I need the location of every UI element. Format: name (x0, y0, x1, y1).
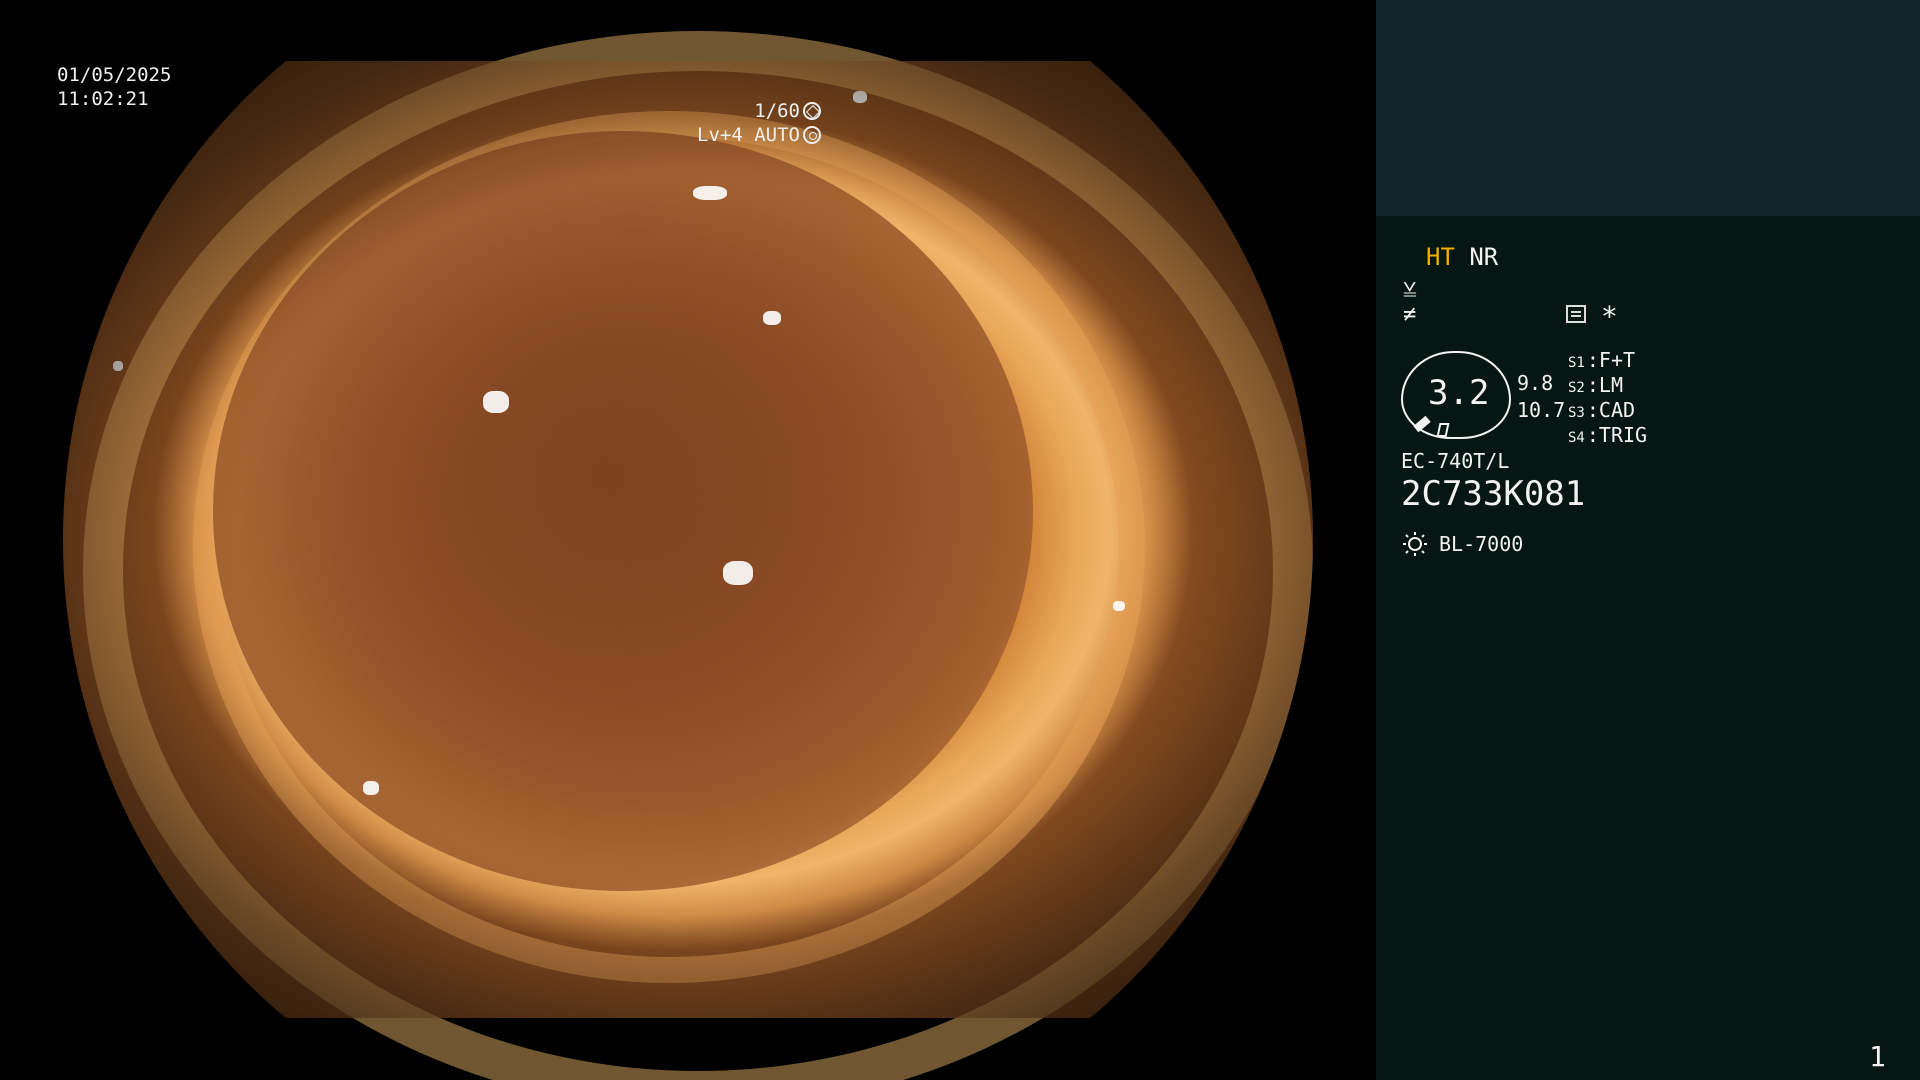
switch-slot-2: S2:LM (1568, 373, 1623, 397)
light-source: BL-7000 (1439, 532, 1524, 556)
date-text: 01/05/2025 (57, 64, 172, 86)
time-text: 11:02:21 (57, 88, 149, 110)
exposure-overlay: 1/60 Lv+4 AUTO (697, 99, 821, 147)
zoom-value: 3.2 (1428, 373, 1490, 413)
date-time-overlay: 01/05/2025 11:02:21 (57, 63, 171, 111)
brightness-level: Lv+4 AUTO (697, 124, 800, 146)
shutter-icon (803, 102, 821, 120)
star-marker: * (1601, 300, 1618, 333)
scope-serial: 2C733K081 (1401, 474, 1586, 514)
mode-nr: NR (1469, 243, 1499, 271)
info-panel: HT NR ⩣ ≠ * 3.2 9.8 10.7 S1:F+T S2:LM S3… (1376, 0, 1920, 1080)
dial-sub-value-2: 10.7 (1517, 398, 1566, 422)
scope-model: EC-740T/L (1401, 449, 1510, 473)
endoscope-view: 01/05/2025 11:02:21 1/60 Lv+4 AUTO (0, 0, 1376, 1080)
auto-exposure-icon (803, 126, 821, 144)
image-modes: HT NR (1426, 243, 1498, 271)
mode-ht: HT (1426, 243, 1455, 271)
endoscopic-image (63, 31, 1313, 1080)
switch-slot-1: S1:F+T (1568, 348, 1636, 372)
dial-sub-value-1: 9.8 (1517, 371, 1554, 395)
shutter-speed: 1/60 (754, 100, 800, 122)
vignette (63, 61, 1313, 1018)
switch-slot-4: S4:TRIG (1568, 423, 1648, 447)
page-number: 1 (1869, 1040, 1886, 1073)
enhance-icon: ⩣ (1403, 273, 1417, 298)
switch-slot-3: S3:CAD (1568, 398, 1636, 422)
lamp-icon (1403, 532, 1427, 556)
panel-header-area (1376, 0, 1920, 216)
contrast-icon: ≠ (1403, 302, 1417, 327)
memo-icon (1566, 305, 1586, 323)
